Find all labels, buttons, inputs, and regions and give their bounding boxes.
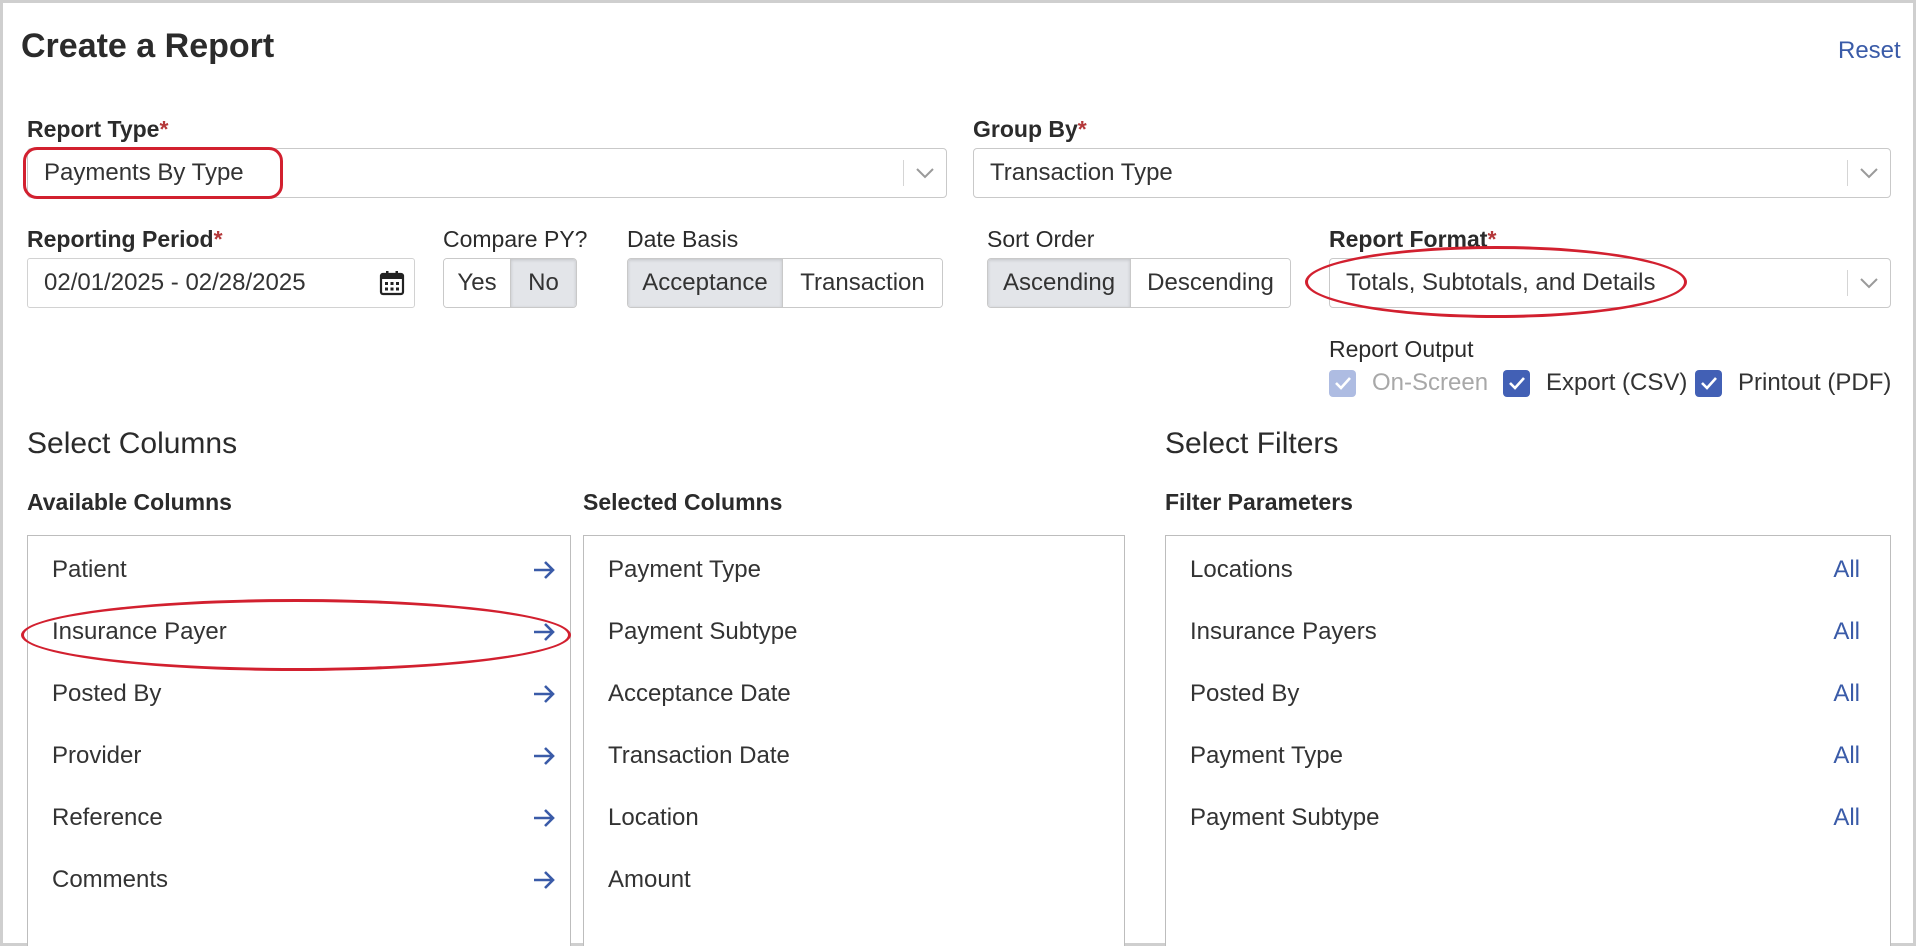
chevron-down-icon[interactable] — [904, 167, 946, 179]
available-columns-list[interactable]: Patient Insurance Payer Posted By Provid… — [27, 535, 571, 946]
filter-row: Posted By All — [1166, 663, 1890, 725]
filter-all-link[interactable]: All — [1833, 804, 1890, 832]
list-item[interactable]: Payment Type — [584, 539, 1124, 601]
date-basis-toggle[interactable]: Acceptance Transaction — [627, 258, 943, 308]
group-by-label: Group By* — [973, 116, 1087, 142]
page-title: Create a Report — [21, 27, 275, 65]
reporting-period-value: 02/01/2025 - 02/28/2025 — [44, 269, 306, 296]
group-by-select[interactable]: Transaction Type — [973, 148, 1891, 198]
selected-columns-header: Selected Columns — [583, 489, 783, 515]
report-format-label: Report Format* — [1329, 226, 1497, 252]
date-basis-transaction[interactable]: Transaction — [783, 259, 942, 307]
group-by-value: Transaction Type — [990, 159, 1173, 186]
arrow-right-icon[interactable] — [518, 560, 570, 580]
filter-parameters-list: Locations All Insurance Payers All Poste… — [1165, 535, 1891, 946]
calendar-icon[interactable] — [370, 270, 414, 296]
list-item[interactable]: Insurance Payer — [28, 601, 570, 663]
filter-row: Payment Subtype All — [1166, 787, 1890, 849]
list-item[interactable]: Payment Subtype — [584, 601, 1124, 663]
list-item[interactable]: Posted By — [28, 663, 570, 725]
output-onscreen-checkbox: On-Screen — [1329, 369, 1488, 397]
select-columns-title: Select Columns — [27, 427, 238, 460]
list-item[interactable]: Acceptance Date — [584, 663, 1124, 725]
list-item[interactable]: Reference — [28, 787, 570, 849]
reporting-period-label: Reporting Period* — [27, 226, 223, 252]
report-type-select[interactable]: Payments By Type — [27, 148, 947, 198]
report-format-value: Totals, Subtotals, and Details — [1346, 269, 1656, 296]
select-filters-title: Select Filters — [1165, 427, 1339, 460]
filter-all-link[interactable]: All — [1833, 556, 1890, 584]
filter-all-link[interactable]: All — [1833, 742, 1890, 770]
filter-all-link[interactable]: All — [1833, 680, 1890, 708]
arrow-right-icon[interactable] — [518, 870, 570, 890]
report-window: Create a Report Reset Report Type* Payme… — [0, 0, 1916, 946]
chevron-down-icon[interactable] — [1848, 277, 1890, 289]
compare-py-yes[interactable]: Yes — [444, 259, 511, 307]
report-format-select[interactable]: Totals, Subtotals, and Details — [1329, 258, 1891, 308]
selected-columns-list[interactable]: Payment Type Payment Subtype Acceptance … — [583, 535, 1125, 946]
available-columns-header: Available Columns — [27, 489, 232, 515]
checkmark-icon[interactable] — [1503, 369, 1530, 397]
list-item[interactable]: Location — [584, 787, 1124, 849]
compare-py-toggle[interactable]: Yes No — [443, 258, 577, 308]
list-item[interactable]: Provider — [28, 725, 570, 787]
checkmark-icon[interactable] — [1695, 369, 1722, 397]
output-csv-label: Export (CSV) — [1546, 369, 1688, 396]
report-output-label: Report Output — [1329, 336, 1474, 362]
output-onscreen-label: On-Screen — [1372, 369, 1489, 396]
arrow-right-icon[interactable] — [518, 684, 570, 704]
report-type-value: Payments By Type — [44, 159, 244, 186]
output-pdf-label: Printout (PDF) — [1738, 369, 1892, 396]
filter-row: Locations All — [1166, 539, 1890, 601]
sort-order-label: Sort Order — [987, 226, 1095, 252]
date-basis-label: Date Basis — [627, 226, 739, 252]
compare-py-label: Compare PY? — [443, 226, 588, 252]
checkmark-icon — [1329, 369, 1356, 397]
list-item[interactable]: Amount — [584, 849, 1124, 911]
list-item[interactable]: Patient — [28, 539, 570, 601]
arrow-right-icon[interactable] — [518, 746, 570, 766]
arrow-right-icon[interactable] — [518, 808, 570, 828]
date-basis-acceptance[interactable]: Acceptance — [628, 259, 784, 307]
reporting-period-input[interactable]: 02/01/2025 - 02/28/2025 — [27, 258, 415, 308]
filter-row: Payment Type All — [1166, 725, 1890, 787]
list-item[interactable]: Comments — [28, 849, 570, 911]
compare-py-no[interactable]: No — [511, 259, 576, 307]
output-pdf-checkbox[interactable]: Printout (PDF) — [1695, 369, 1891, 397]
arrow-right-icon[interactable] — [518, 622, 570, 642]
chevron-down-icon[interactable] — [1848, 167, 1890, 179]
filter-parameters-header: Filter Parameters — [1165, 489, 1353, 515]
list-item[interactable]: Transaction Date — [584, 725, 1124, 787]
output-csv-checkbox[interactable]: Export (CSV) — [1503, 369, 1687, 397]
sort-order-descending[interactable]: Descending — [1131, 259, 1290, 307]
filter-all-link[interactable]: All — [1833, 618, 1890, 646]
report-type-label: Report Type* — [27, 116, 169, 142]
reset-link[interactable]: Reset — [1838, 37, 1901, 65]
sort-order-toggle[interactable]: Ascending Descending — [987, 258, 1291, 308]
filter-row: Insurance Payers All — [1166, 601, 1890, 663]
sort-order-ascending[interactable]: Ascending — [988, 259, 1132, 307]
